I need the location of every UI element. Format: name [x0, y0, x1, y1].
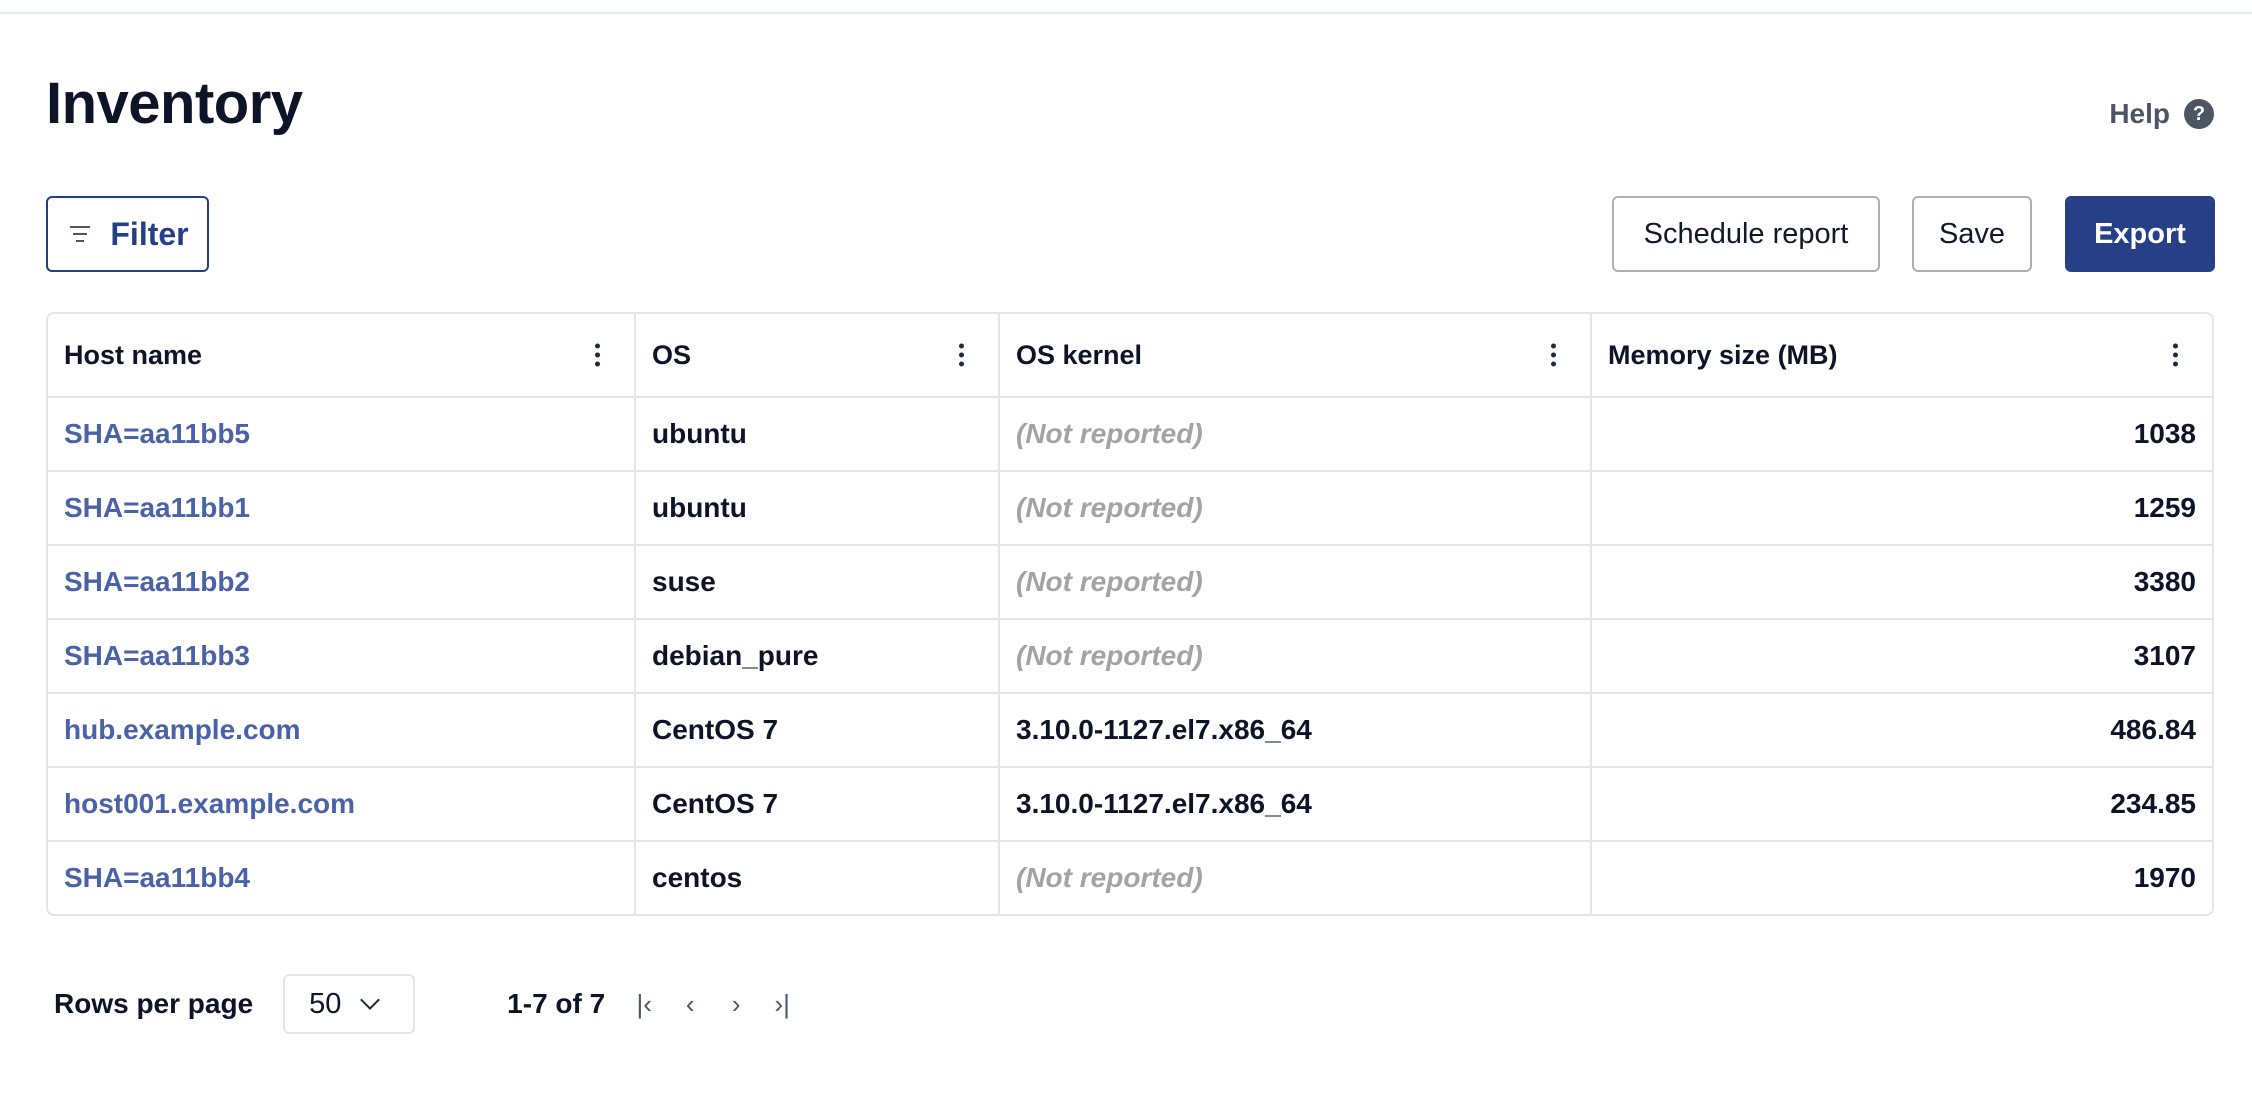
cell-os-kernel: (Not reported) — [998, 398, 1590, 470]
cell-memory-size: 1038 — [1590, 398, 2212, 470]
host-link[interactable]: host001.example.com — [64, 788, 355, 820]
filter-label: Filter — [110, 215, 189, 252]
kebab-icon[interactable] — [591, 340, 604, 371]
filter-button[interactable]: Filter — [46, 196, 209, 272]
cell-host-name: SHA=aa11bb2 — [48, 546, 634, 618]
column-header-os-kernel[interactable]: OS kernel — [998, 314, 1590, 396]
cell-os: centos — [634, 842, 998, 914]
column-label: OS kernel — [1016, 339, 1143, 370]
table-body: SHA=aa11bb5 ubuntu (Not reported) 1038 SHA=a… — [48, 396, 2212, 914]
prev-page-icon[interactable]: ‹ — [679, 989, 701, 1020]
cell-os: ubuntu — [634, 472, 998, 544]
column-label: Memory size (MB) — [1608, 339, 1838, 370]
first-page-icon[interactable]: |‹ — [633, 989, 655, 1020]
page-range: 1-7 of 7 — [507, 988, 606, 1019]
column-label: Host name — [64, 339, 203, 370]
last-page-icon[interactable]: ›| — [771, 989, 793, 1020]
kebab-icon[interactable] — [1547, 340, 1560, 371]
help-label: Help — [2109, 98, 2170, 129]
column-label: OS — [652, 339, 692, 370]
cell-os: ubuntu — [634, 398, 998, 470]
help-link[interactable]: Help ? — [2109, 98, 2214, 130]
rows-per-page-label: Rows per page — [54, 988, 254, 1019]
cell-os: suse — [634, 546, 998, 618]
rows-per-page-value: 50 — [309, 987, 342, 1020]
cell-host-name: SHA=aa11bb4 — [48, 842, 634, 914]
cell-host-name: host001.example.com — [48, 768, 634, 840]
schedule-report-button[interactable]: Schedule report — [1612, 196, 1880, 272]
cell-memory-size: 3107 — [1590, 620, 2212, 692]
cell-os: CentOS 7 — [634, 768, 998, 840]
kebab-icon[interactable] — [955, 340, 968, 371]
column-header-os[interactable]: OS — [634, 314, 998, 396]
cell-memory-size: 1259 — [1590, 472, 2212, 544]
table-header-row: Host name OS OS kernel Memory size (MB) — [48, 314, 2212, 396]
rows-per-page-select[interactable]: 50 — [283, 974, 416, 1034]
table-row: SHA=aa11bb5 ubuntu (Not reported) 1038 — [48, 396, 2212, 470]
filter-icon — [70, 226, 91, 242]
page-nav: |‹ ‹ › ›| — [633, 989, 793, 1020]
host-link[interactable]: SHA=aa11bb4 — [64, 862, 250, 894]
cell-os-kernel: 3.10.0-1127.el7.x86_64 — [998, 694, 1590, 766]
kebab-icon[interactable] — [2169, 340, 2182, 371]
pagination: Rows per page 50 1-7 of 7 |‹ ‹ › ›| — [54, 974, 793, 1034]
question-circle-icon: ? — [2184, 99, 2214, 129]
cell-os-kernel: (Not reported) — [998, 472, 1590, 544]
cell-host-name: SHA=aa11bb3 — [48, 620, 634, 692]
cell-host-name: SHA=aa11bb5 — [48, 398, 634, 470]
table-row: SHA=aa11bb3 debian_pure (Not reported) 3107 — [48, 618, 2212, 692]
host-link[interactable]: hub.example.com — [64, 714, 301, 746]
cell-memory-size: 3380 — [1590, 546, 2212, 618]
host-link[interactable]: SHA=aa11bb1 — [64, 492, 250, 524]
table-row: host001.example.com CentOS 7 3.10.0-1127.e… — [48, 766, 2212, 840]
next-page-icon[interactable]: › — [725, 989, 747, 1020]
host-link[interactable]: SHA=aa11bb2 — [64, 566, 250, 598]
cell-host-name: SHA=aa11bb1 — [48, 472, 634, 544]
table-row: hub.example.com CentOS 7 3.10.0-1127.el7.x… — [48, 692, 2212, 766]
cell-memory-size: 486.84 — [1590, 694, 2212, 766]
export-button[interactable]: Export — [2065, 196, 2215, 272]
cell-os: CentOS 7 — [634, 694, 998, 766]
inventory-table: Host name OS OS kernel Memory size (MB) … — [46, 312, 2214, 916]
save-button[interactable]: Save — [1912, 196, 2032, 272]
table-row: SHA=aa11bb2 suse (Not reported) 3380 — [48, 544, 2212, 618]
table-row: SHA=aa11bb1 ubuntu (Not reported) 1259 — [48, 470, 2212, 544]
chevron-down-icon — [360, 990, 381, 1010]
cell-os-kernel: 3.10.0-1127.el7.x86_64 — [998, 768, 1590, 840]
cell-memory-size: 1970 — [1590, 842, 2212, 914]
cell-memory-size: 234.85 — [1590, 768, 2212, 840]
top-divider — [0, 12, 2252, 14]
cell-os-kernel: (Not reported) — [998, 546, 1590, 618]
cell-host-name: hub.example.com — [48, 694, 634, 766]
host-link[interactable]: SHA=aa11bb5 — [64, 418, 250, 450]
cell-os: debian_pure — [634, 620, 998, 692]
column-header-memory-size[interactable]: Memory size (MB) — [1590, 314, 2212, 396]
page-title: Inventory — [46, 71, 303, 136]
cell-os-kernel: (Not reported) — [998, 842, 1590, 914]
table-row: SHA=aa11bb4 centos (Not reported) 1970 — [48, 840, 2212, 914]
host-link[interactable]: SHA=aa11bb3 — [64, 640, 250, 672]
cell-os-kernel: (Not reported) — [998, 620, 1590, 692]
column-header-host-name[interactable]: Host name — [48, 314, 634, 396]
